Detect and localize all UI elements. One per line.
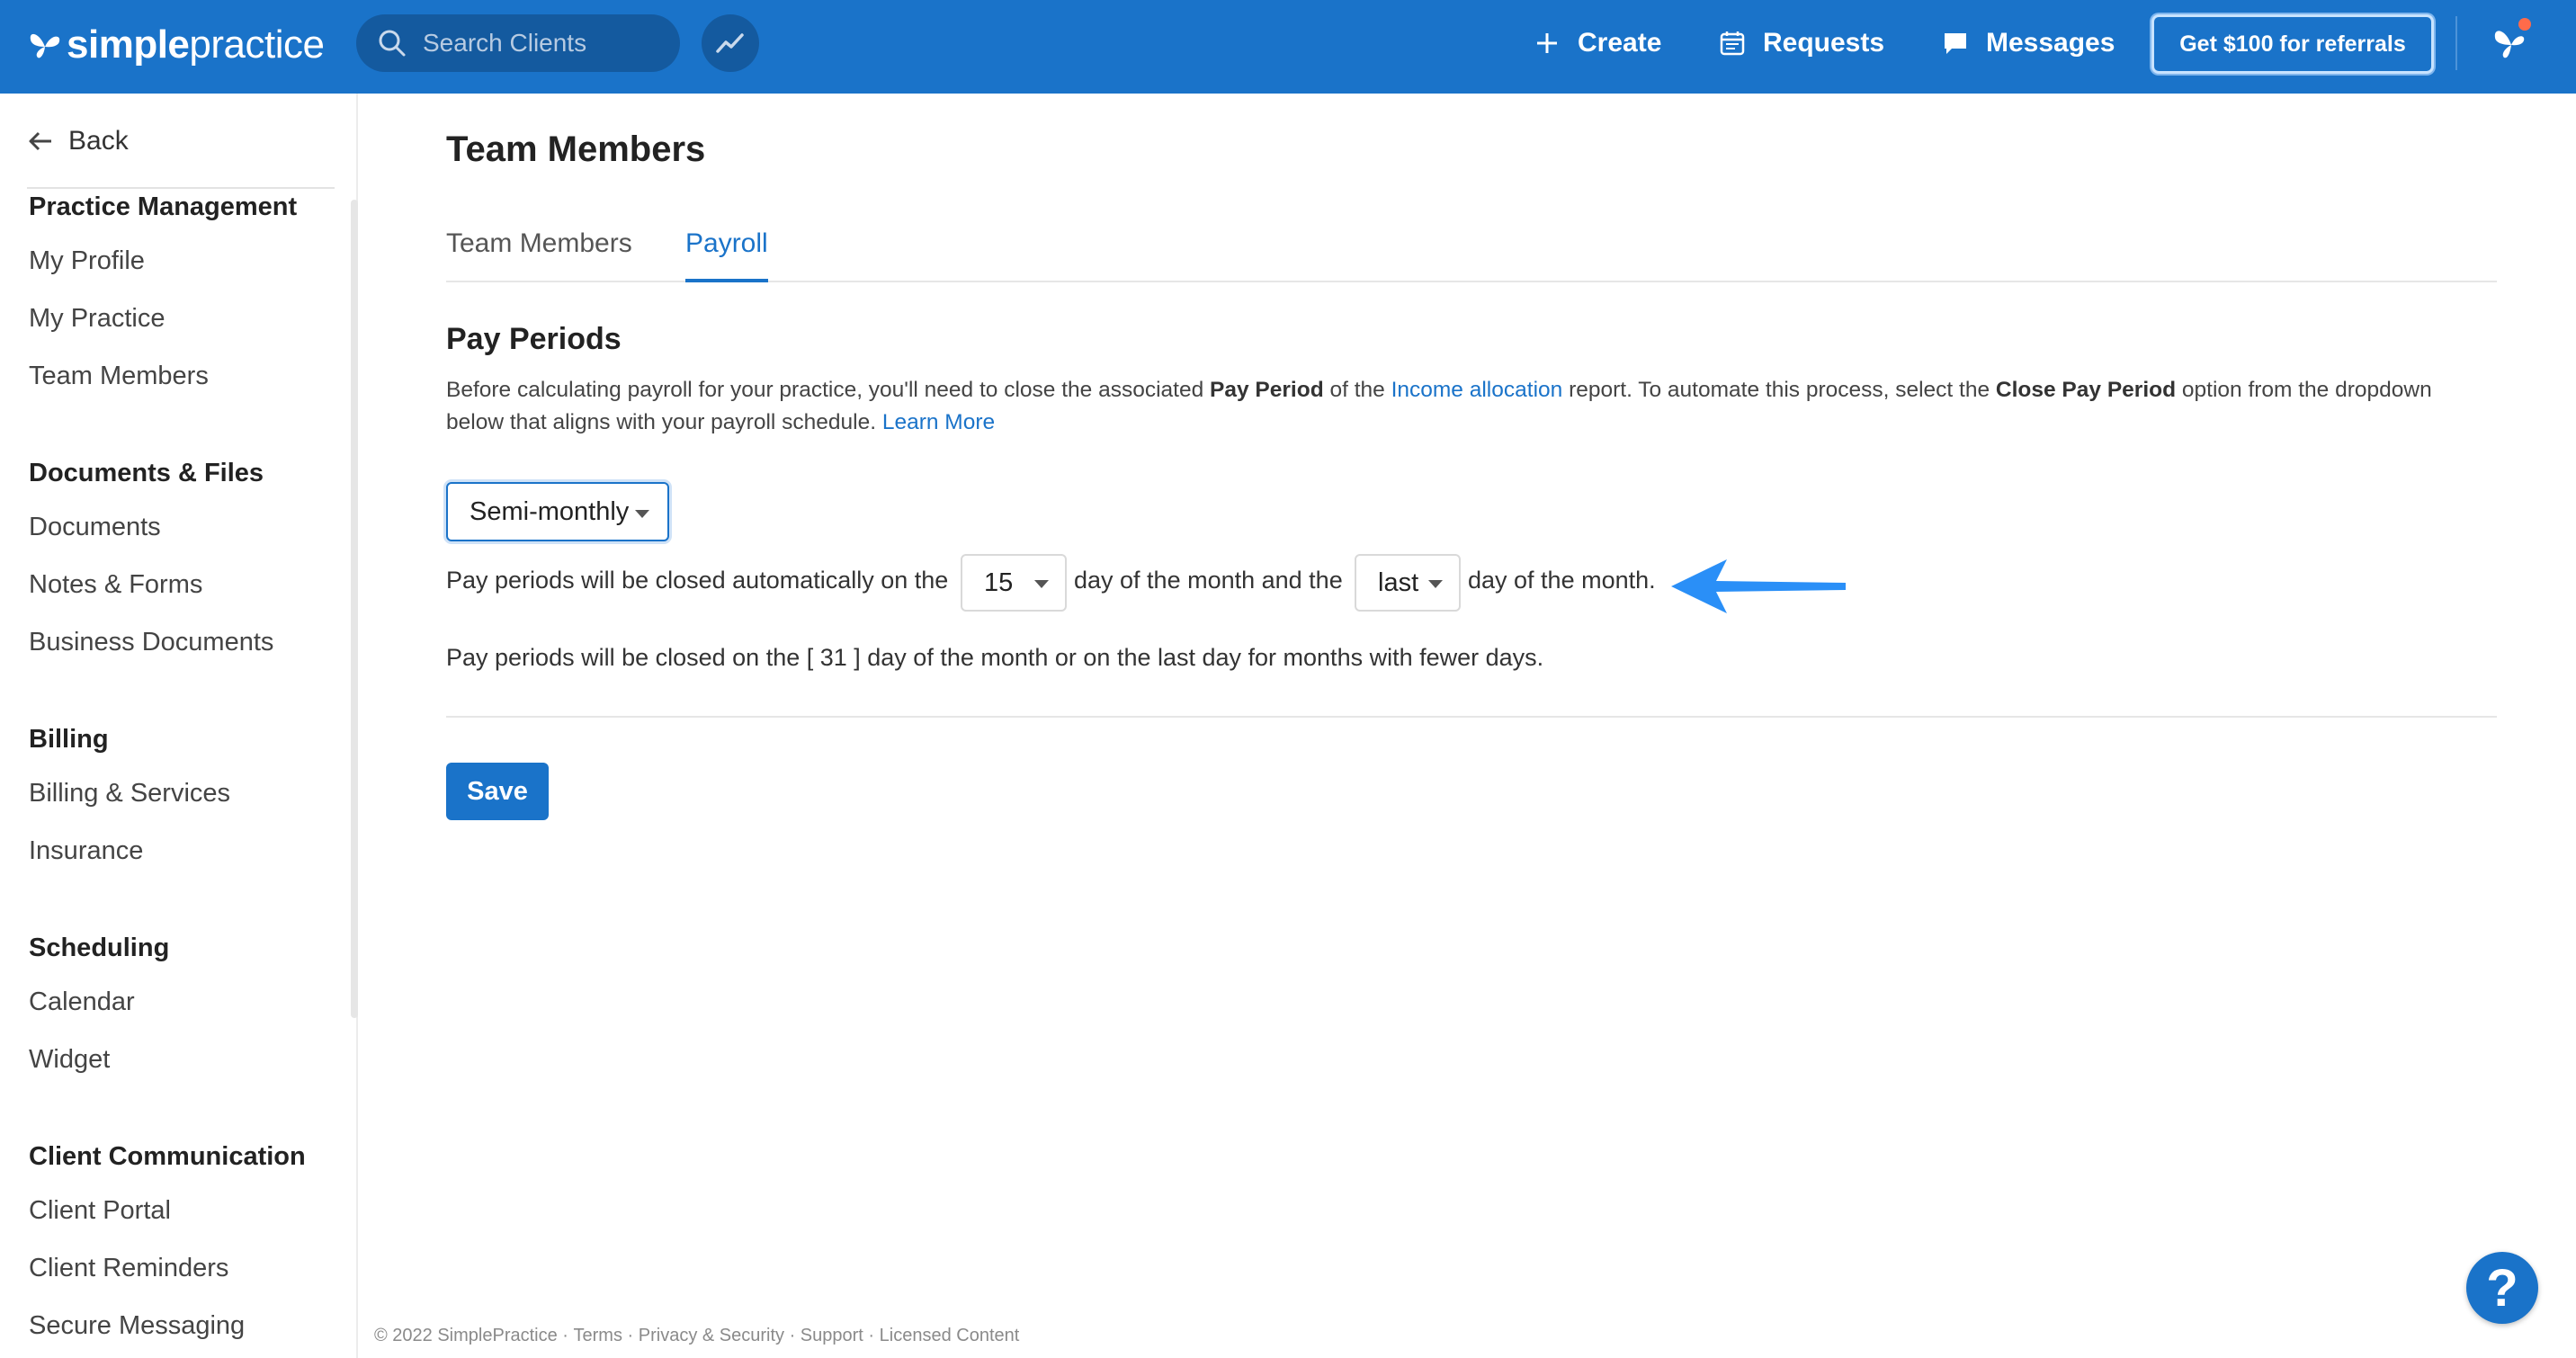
calendar-icon: [1720, 31, 1745, 56]
section-practice-management: Practice Management: [29, 192, 298, 221]
chat-bubble-icon: [1945, 33, 1966, 54]
trend-line-icon: [716, 33, 744, 53]
desc-text-1: Before calculating payroll for your prac…: [446, 378, 1211, 402]
desc-text-2: of the: [1323, 378, 1391, 402]
sidebar-item-my-profile[interactable]: My Profile: [29, 246, 145, 276]
settings-sidebar: Back Practice Management My Profile My P…: [0, 94, 358, 1358]
chevron-down-icon: [1428, 580, 1443, 588]
insights-button[interactable]: [702, 14, 759, 72]
second-close-day-select[interactable]: last: [1355, 554, 1461, 612]
pay-frequency-select[interactable]: Semi-monthly: [446, 482, 669, 541]
tab-bar: Team Members Payroll: [446, 228, 2497, 282]
sidebar-item-client-reminders[interactable]: Client Reminders: [29, 1254, 228, 1283]
tab-payroll[interactable]: Payroll: [685, 228, 768, 282]
top-nav-bar: simplepractice Create Requests: [0, 0, 2576, 94]
annotation-arrow-icon: [1671, 559, 1846, 613]
sidebar-item-widget[interactable]: Widget: [29, 1045, 110, 1075]
create-label: Create: [1578, 28, 1662, 58]
sidebar-item-documents[interactable]: Documents: [29, 513, 161, 542]
pay-periods-heading: Pay Periods: [446, 322, 622, 356]
chevron-down-icon: [635, 510, 649, 518]
search-input[interactable]: [423, 29, 666, 58]
sidebar-divider: [27, 187, 335, 189]
messages-button[interactable]: Messages: [1941, 18, 2115, 68]
plus-icon: [1537, 33, 1557, 53]
page-title: Team Members: [446, 130, 706, 169]
back-label: Back: [68, 126, 129, 156]
terms-link[interactable]: Terms: [574, 1326, 622, 1346]
desc-bold-pay-period: Pay Period: [1210, 378, 1324, 402]
sidebar-item-billing-services[interactable]: Billing & Services: [29, 779, 230, 809]
referral-button[interactable]: Get $100 for referrals: [2151, 14, 2434, 74]
butterfly-logo-icon: [30, 33, 60, 58]
simplepractice-logo[interactable]: simplepractice: [27, 16, 325, 74]
sidebar-item-calendar[interactable]: Calendar: [29, 987, 135, 1017]
second-close-day-value: last: [1378, 567, 1419, 597]
first-close-day-value: 15: [984, 567, 1014, 597]
schedule-text-middle: day of the month and the: [1074, 567, 1343, 594]
content-divider: [446, 716, 2497, 718]
nav-divider: [2455, 16, 2457, 70]
sidebar-item-client-portal[interactable]: Client Portal: [29, 1196, 171, 1226]
learn-more-link[interactable]: Learn More: [882, 410, 995, 434]
section-billing: Billing: [29, 725, 109, 754]
support-link[interactable]: Support: [801, 1326, 863, 1346]
desc-bold-close-pay-period: Close Pay Period: [1995, 378, 2177, 402]
search-icon: [379, 30, 406, 57]
help-button[interactable]: ?: [2466, 1252, 2538, 1324]
sidebar-item-secure-messaging[interactable]: Secure Messaging: [29, 1311, 245, 1341]
sidebar-scrollbar[interactable]: [351, 200, 358, 1018]
schedule-text-prefix: Pay periods will be closed automatically…: [446, 567, 949, 594]
back-link[interactable]: Back: [27, 126, 129, 156]
desc-text-3: report. To automate this process, select…: [1562, 378, 1996, 402]
first-close-day-select[interactable]: 15: [961, 554, 1067, 612]
income-allocation-link[interactable]: Income allocation: [1391, 378, 1563, 402]
messages-label: Messages: [1986, 28, 2115, 58]
sidebar-item-my-practice[interactable]: My Practice: [29, 304, 165, 334]
licensed-content-link[interactable]: Licensed Content: [880, 1326, 1020, 1346]
notification-dot: [2518, 18, 2531, 31]
search-clients-box[interactable]: [356, 14, 680, 72]
tab-team-members[interactable]: Team Members: [446, 228, 632, 282]
schedule-text-suffix: day of the month.: [1468, 567, 1656, 594]
sidebar-item-insurance[interactable]: Insurance: [29, 836, 143, 866]
privacy-security-link[interactable]: Privacy & Security: [639, 1326, 784, 1346]
create-button[interactable]: Create: [1533, 18, 1661, 68]
section-documents-files: Documents & Files: [29, 459, 264, 487]
sidebar-item-team-members[interactable]: Team Members: [29, 362, 209, 391]
logo-text-bold: simple: [67, 22, 190, 67]
arrow-left-icon: [29, 131, 51, 151]
chevron-down-icon: [1034, 580, 1049, 588]
section-client-communication: Client Communication: [29, 1142, 306, 1171]
requests-button[interactable]: Requests: [1718, 18, 1884, 68]
sidebar-item-business-documents[interactable]: Business Documents: [29, 628, 273, 657]
page-footer: © 2022 SimplePractice · Terms · Privacy …: [374, 1326, 1020, 1346]
pay-frequency-value: Semi-monthly: [470, 496, 630, 526]
account-menu-button[interactable]: [2486, 18, 2536, 68]
copyright-text: © 2022 SimplePractice: [374, 1326, 558, 1345]
requests-label: Requests: [1763, 28, 1885, 58]
close-day-note: Pay periods will be closed on the [ 31 ]…: [446, 644, 1544, 671]
pay-periods-description: Before calculating payroll for your prac…: [446, 374, 2461, 439]
sidebar-item-notes-forms[interactable]: Notes & Forms: [29, 570, 202, 600]
section-scheduling: Scheduling: [29, 934, 170, 962]
logo-text-light: practice: [189, 22, 325, 67]
save-button[interactable]: Save: [446, 763, 549, 820]
